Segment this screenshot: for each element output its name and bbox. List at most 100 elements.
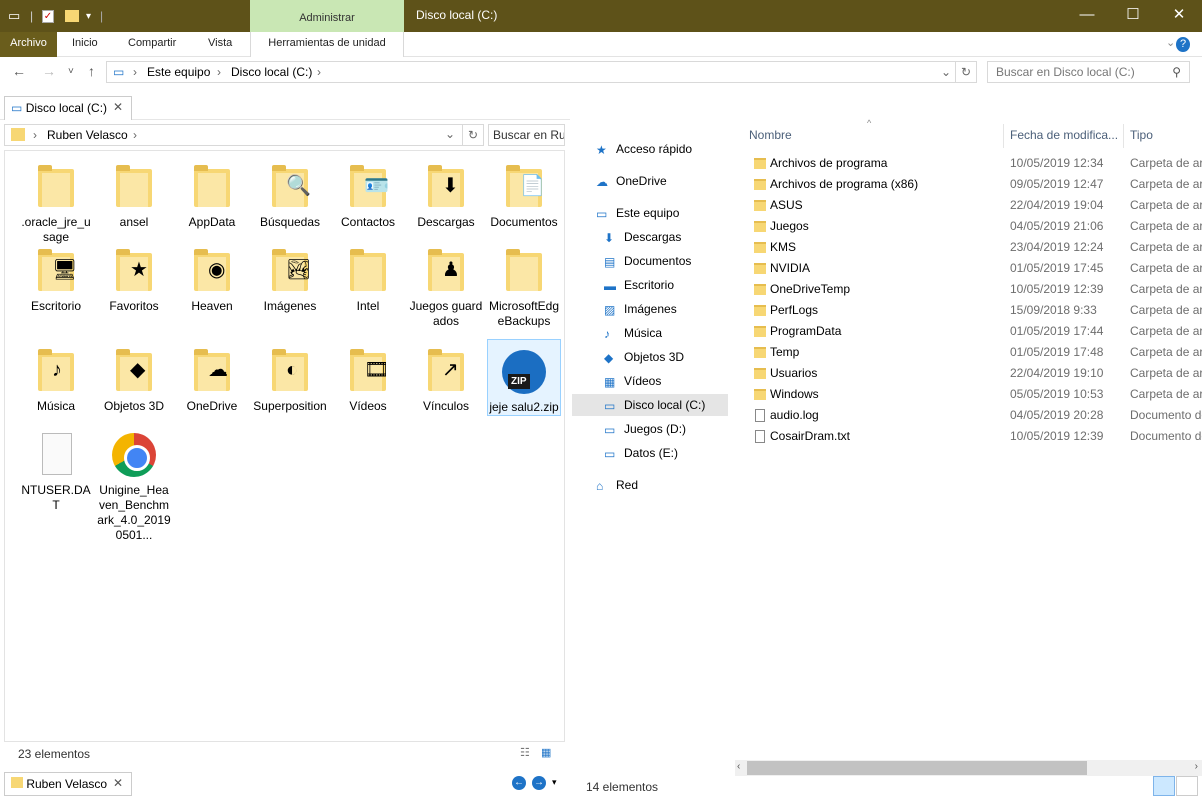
drive-icon[interactable]: ▭ [8,6,20,26]
table-row[interactable]: Archivos de programa (x86) 09/05/2019 12:… [748,174,1202,195]
nav-item[interactable]: ▭ Datos (E:) [572,442,728,464]
details-view-icon[interactable]: ☷ [520,746,530,759]
table-row[interactable]: CosairDram.txt 10/05/2019 12:39 Documento … [748,426,1202,447]
file-item[interactable]: NTUSER.DAT [19,423,93,513]
folder-item[interactable]: Intel [331,239,405,314]
nav-item[interactable]: ▨ Imágenes [572,298,728,320]
table-row[interactable]: audio.log 04/05/2019 20:28 Documento de te… [748,405,1202,426]
close-icon[interactable]: ✕ [113,100,123,114]
tab-compartir[interactable]: Compartir [118,32,186,57]
table-row[interactable]: PerfLogs 15/09/2018 9:33 Carpeta de archiv… [748,300,1202,321]
tab-disco-local[interactable]: ▭ Disco local (C:) ✕ [4,96,132,120]
large-icons-view-icon[interactable]: ▦ [541,746,551,759]
scroll-right-icon[interactable]: › [1195,761,1198,772]
minimize-button[interactable]: — [1064,0,1110,32]
close-button[interactable]: ✕ [1156,0,1202,32]
up-arrow-icon[interactable]: ↑ [88,63,95,79]
left-icon-view[interactable]: .oracle_jre_usage ansel AppData 🔍 Búsquedas 🪪… [4,150,565,742]
folder-item[interactable]: ansel [97,155,171,230]
folder-item[interactable]: ◐ Superposition [253,339,327,414]
column-tipo[interactable]: Tipo [1130,128,1153,142]
left-search-input[interactable]: Buscar en Rul [488,124,565,146]
table-row[interactable]: ASUS 22/04/2019 19:04 Carpeta de archivos [748,195,1202,216]
details-view-icon[interactable] [1153,776,1175,796]
column-nombre[interactable]: Nombre [749,128,792,142]
nav-item[interactable]: ♪ Música [572,322,728,344]
nav-item[interactable]: ☁ OneDrive [572,170,728,192]
nav-item[interactable]: ▭ Este equipo [572,202,728,224]
recent-locations-icon[interactable]: ˅ [68,66,74,77]
column-divider[interactable] [1123,124,1124,148]
back-arrow-icon[interactable]: ← [12,63,26,79]
folder-item[interactable]: ◆ Objetos 3D [97,339,171,414]
tab-vista[interactable]: Vista [198,32,242,57]
nav-item[interactable]: ⌂ Red [572,474,728,496]
table-row[interactable]: Archivos de programa 10/05/2019 12:34 Carp… [748,153,1202,174]
nav-item[interactable]: ★ Acceso rápido [572,138,728,160]
column-fecha[interactable]: Fecha de modifica... [1010,128,1118,142]
folder-item[interactable]: 🖥 Escritorio [19,239,93,314]
scrollbar-thumb[interactable] [747,761,1087,775]
table-row[interactable]: Juegos 04/05/2019 21:06 Carpeta de archivo… [748,216,1202,237]
nav-item[interactable]: ▦ Vídeos [572,370,728,392]
folder-item[interactable]: 🪪 Contactos [331,155,405,230]
column-divider[interactable] [1003,124,1004,148]
nav-item[interactable]: ◆ Objetos 3D [572,346,728,368]
folder-item[interactable]: ↗ Vínculos [409,339,483,414]
new-folder-icon[interactable] [65,6,79,26]
chevron-down-icon[interactable]: ⌄ [445,127,455,141]
properties-icon[interactable]: ✓ [42,6,54,26]
folder-item[interactable]: ★ Favoritos [97,239,171,314]
folder-item[interactable]: ♟ Juegos guardados [409,239,483,329]
scroll-left-icon[interactable]: ‹ [737,761,740,772]
table-row[interactable]: Usuarios 22/04/2019 19:10 Carpeta de archi… [748,363,1202,384]
nav-item[interactable]: ▬ Escritorio [572,274,728,296]
horizontal-scrollbar[interactable]: ‹ › [735,760,1202,776]
chevron-down-icon[interactable]: ⌄ [941,65,951,79]
close-icon[interactable]: ✕ [113,776,123,790]
folder-item[interactable]: 🏞 Imágenes [253,239,327,314]
file-item[interactable]: Unigine_Heaven_Benchmark_4.0_20190501... [97,423,171,543]
left-bottom-tab[interactable]: Ruben Velasco ✕ [4,772,132,796]
folder-item[interactable]: ⬇ Descargas [409,155,483,230]
breadcrumb-disco-local[interactable]: Disco local (C:) [231,65,312,79]
tab-herramientas-de-unidad[interactable]: Herramientas de unidad [250,32,404,57]
search-input[interactable]: Buscar en Disco local (C:) ⚲ [987,61,1190,83]
refresh-button[interactable]: ↻ [955,61,977,83]
nav-item[interactable]: ▤ Documentos [572,250,728,272]
help-icon[interactable]: ? [1176,37,1191,52]
back-circle-icon[interactable]: ← [512,776,526,790]
customize-toolbar-icon[interactable]: ▾ [86,6,91,26]
folder-item[interactable]: 📄 Documentos [487,155,561,230]
context-tab-manage[interactable]: Administrar [250,0,404,32]
folder-item[interactable]: ☁ OneDrive [175,339,249,414]
folder-item[interactable]: 🔍 Búsquedas [253,155,327,230]
file-item[interactable]: ZIP jeje salu2.zip [487,339,561,416]
tab-inicio[interactable]: Inicio [62,32,108,57]
folder-item[interactable]: AppData [175,155,249,230]
folder-item[interactable]: ♪ Música [19,339,93,414]
table-row[interactable]: NVIDIA 01/05/2019 17:45 Carpeta de archivo… [748,258,1202,279]
chevron-down-icon[interactable]: ▾ [552,777,557,788]
nav-item[interactable]: ▭ Juegos (D:) [572,418,728,440]
maximize-button[interactable]: ☐ [1110,0,1156,32]
table-row[interactable]: Windows 05/05/2019 10:53 Carpeta de archiv… [748,384,1202,405]
folder-item[interactable]: ◉ Heaven [175,239,249,314]
forward-circle-icon[interactable]: → [532,776,546,790]
breadcrumb-ruben-velasco[interactable]: Ruben Velasco [47,128,128,142]
address-bar[interactable]: ▭ › Este equipo › Disco local (C:) › ⌄ [106,61,956,83]
large-icons-view-icon[interactable] [1176,776,1198,796]
tab-archivo[interactable]: Archivo [0,32,57,57]
nav-item[interactable]: ▭ Disco local (C:) [572,394,728,416]
nav-item[interactable]: ⬇ Descargas [572,226,728,248]
table-row[interactable]: Temp 01/05/2019 17:48 Carpeta de archivos [748,342,1202,363]
table-row[interactable]: KMS 23/04/2019 12:24 Carpeta de archivos [748,237,1202,258]
folder-item[interactable]: 🎞 Vídeos [331,339,405,414]
left-path-bar[interactable]: › Ruben Velasco › ⌄ [4,124,484,146]
folder-item[interactable]: MicrosoftEdgeBackups [487,239,561,329]
refresh-button[interactable]: ↻ [462,124,484,146]
folder-item[interactable]: .oracle_jre_usage [19,155,93,245]
table-row[interactable]: ProgramData 01/05/2019 17:44 Carpeta de ar… [748,321,1202,342]
breadcrumb-este-equipo[interactable]: Este equipo [147,65,210,79]
table-row[interactable]: OneDriveTemp 10/05/2019 12:39 Carpeta de a… [748,279,1202,300]
